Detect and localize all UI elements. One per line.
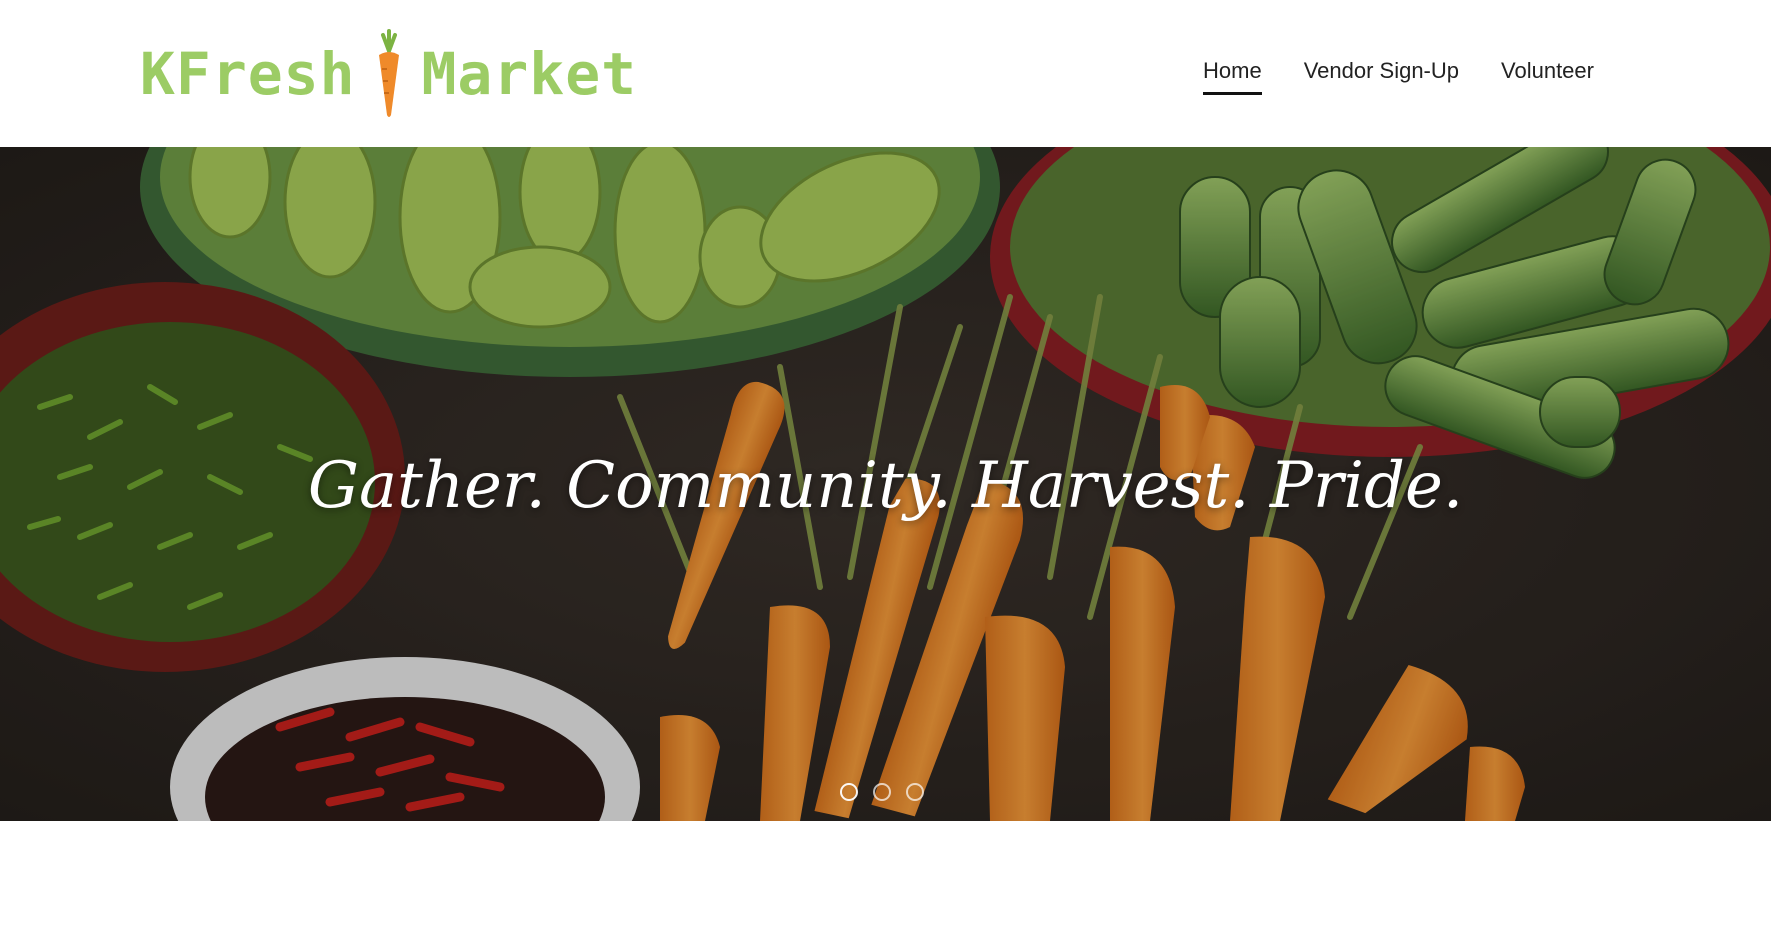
site-header: KFresh Market Home Vendor Sign-Up Volunt… — [0, 0, 1771, 147]
site-logo[interactable]: KFresh Market — [140, 26, 637, 122]
slide-dot-3[interactable] — [906, 783, 924, 801]
slider-pagination — [840, 783, 924, 801]
nav-item-volunteer[interactable]: Volunteer — [1501, 58, 1594, 95]
hero-slider: Gather. Community. Harvest. Pride. — [0, 147, 1771, 821]
main-navigation: Home Vendor Sign-Up Volunteer — [1203, 58, 1636, 95]
logo-text-market: Market — [421, 40, 638, 108]
slide-dot-2[interactable] — [873, 783, 891, 801]
nav-item-home[interactable]: Home — [1203, 58, 1262, 95]
logo-text-kfresh: KFresh — [140, 40, 356, 108]
carrot-icon — [378, 29, 399, 117]
slide-dot-1[interactable] — [840, 783, 858, 801]
hero-headline: Gather. Community. Harvest. Pride. — [307, 449, 1464, 523]
nav-item-vendor-sign-up[interactable]: Vendor Sign-Up — [1304, 58, 1459, 95]
